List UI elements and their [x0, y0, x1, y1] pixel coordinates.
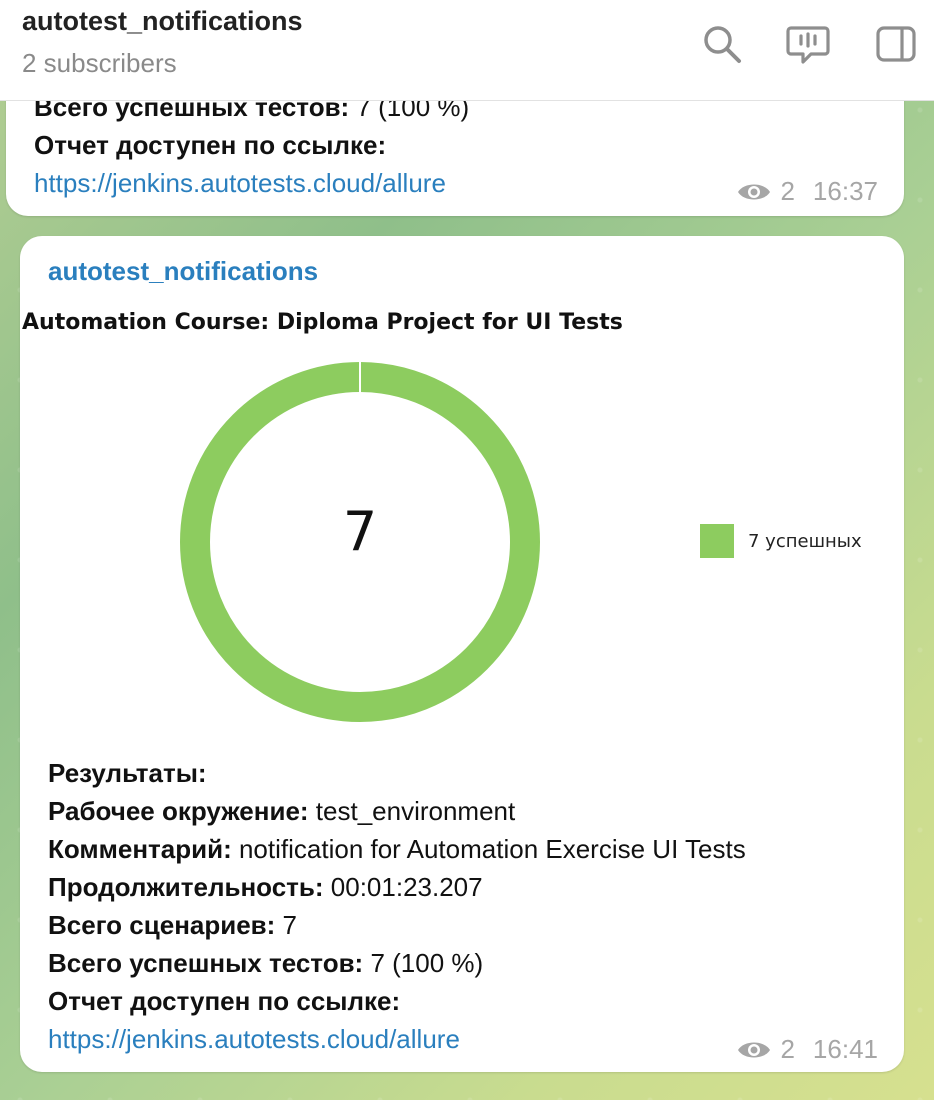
report-label: Отчет доступен по ссылке:	[34, 130, 387, 160]
chart-legend: 7 успешных	[700, 524, 862, 558]
field-duration: Продолжительность: 00:01:23.207	[48, 872, 483, 902]
live-chat-icon[interactable]	[786, 22, 830, 66]
field-environment: Рабочее окружение: test_environment	[48, 796, 516, 826]
chart-title: Automation Course: Diploma Project for U…	[22, 310, 623, 335]
donut-center-value: 7	[342, 500, 378, 563]
report-link[interactable]: https://jenkins.autotests.cloud/allure	[48, 1024, 460, 1055]
views-count: 2	[780, 1034, 795, 1064]
legend-swatch	[700, 524, 734, 558]
channel-title[interactable]: autotest_notifications	[22, 6, 303, 37]
views-count: 2	[780, 176, 795, 206]
message-bubble: autotest_notifications Automation Course…	[20, 236, 904, 1072]
search-icon[interactable]	[700, 22, 744, 66]
sender-name[interactable]: autotest_notifications	[48, 256, 318, 287]
message-meta: 2 16:41	[736, 1034, 878, 1065]
sidebar-toggle-icon[interactable]	[874, 22, 918, 66]
chart-image[interactable]: Automation Course: Diploma Project for U…	[20, 302, 904, 732]
field-total-passed: Всего успешных тестов: 7 (100 %)	[48, 948, 484, 978]
report-link[interactable]: https://jenkins.autotests.cloud/allure	[34, 168, 446, 199]
field-total-scenarios: Всего сценариев: 7	[48, 910, 298, 940]
chat-header: autotest_notifications 2 subscribers	[0, 0, 934, 101]
views-eye-icon	[736, 1038, 772, 1062]
message-time: 16:37	[812, 176, 878, 206]
field-comment: Комментарий: notification for Automation…	[48, 834, 746, 864]
donut-chart	[180, 360, 540, 722]
subscriber-count: 2 subscribers	[22, 48, 177, 78]
message-time: 16:41	[812, 1034, 878, 1064]
report-label: Отчет доступен по ссылке:	[48, 986, 401, 1016]
views-eye-icon	[736, 180, 772, 204]
legend-label: 7 успешных	[748, 530, 862, 552]
results-heading: Результаты:	[48, 758, 207, 788]
message-meta: 2 16:37	[736, 176, 878, 207]
